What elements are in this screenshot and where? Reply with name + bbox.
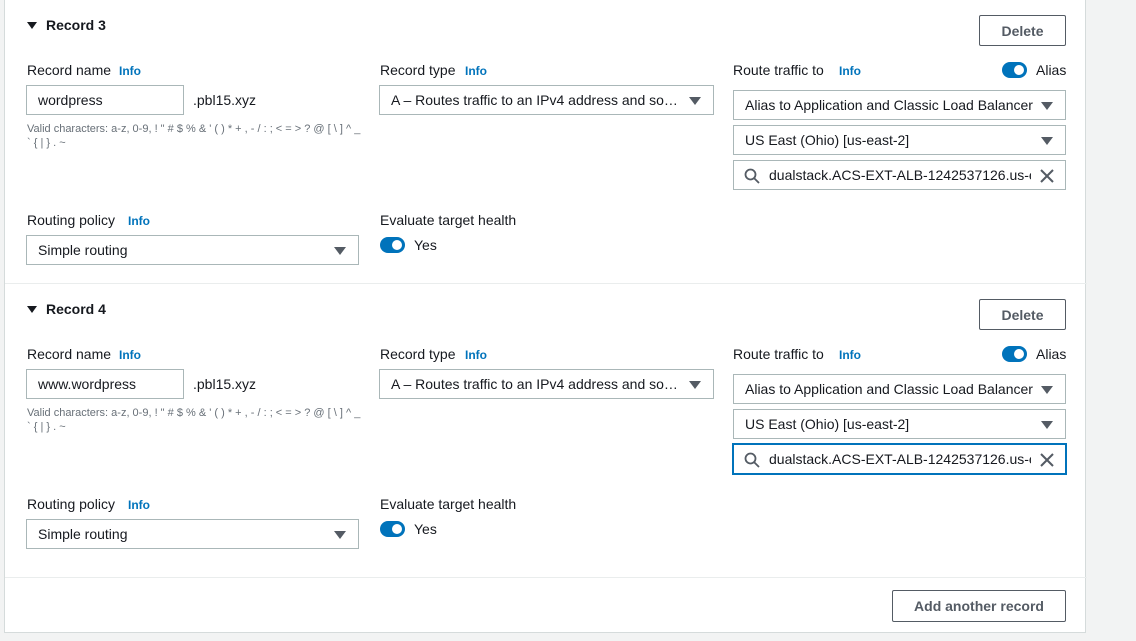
chevron-down-icon [1041,137,1053,145]
search-icon [744,168,760,184]
evaluate-health-label: Evaluate target health [380,212,517,228]
collapse-caret-icon[interactable] [27,306,37,313]
endpoint-search-input[interactable]: dualstack.ACS-EXT-ALB-1242537126.us-east… [733,444,1066,474]
route-traffic-label: Route traffic to [733,346,824,362]
info-link[interactable]: Info [119,64,141,78]
routing-policy-select[interactable]: Simple routing [26,519,359,549]
domain-suffix: .pbl15.xyz [193,376,257,392]
alias-target-select[interactable]: Alias to Application and Classic Load Ba… [733,374,1066,404]
records-panel: Record 3 Delete Record name Info wordpre… [4,0,1087,633]
chevron-down-icon [689,97,701,105]
record-name-label: Record name [27,346,112,362]
info-link[interactable]: Info [128,498,150,512]
record-name-input[interactable]: wordpress [26,85,184,115]
info-link[interactable]: Info [465,64,487,78]
record-type-label: Record type [380,346,456,362]
clear-icon[interactable] [1039,452,1055,468]
record-name-label: Record name [27,62,112,78]
chevron-down-icon [334,247,346,255]
routing-policy-label: Routing policy [27,212,115,228]
chevron-down-icon [1041,421,1053,429]
alias-target-select[interactable]: Alias to Application and Classic Load Ba… [733,90,1066,120]
alias-label: Alias [1036,62,1067,78]
record-name-input[interactable]: www.wordpress [26,369,184,399]
record-type-select[interactable]: A – Routes traffic to an IPv4 address an… [379,85,714,115]
info-link[interactable]: Info [839,348,861,362]
valid-characters-hint: Valid characters: a-z, 0-9, ! " # $ % & … [27,123,361,149]
delete-button[interactable]: Delete [979,299,1066,330]
info-link[interactable]: Info [119,348,141,362]
routing-policy-select[interactable]: Simple routing [26,235,359,265]
record-type-select[interactable]: A – Routes traffic to an IPv4 address an… [379,369,714,399]
alias-toggle[interactable] [1002,62,1027,78]
record-type-label: Record type [380,62,456,78]
evaluate-health-value: Yes [414,237,437,253]
chevron-down-icon [689,381,701,389]
info-link[interactable]: Info [128,214,150,228]
route-traffic-label: Route traffic to [733,62,824,78]
chevron-down-icon [1041,102,1053,110]
endpoint-search-input[interactable]: dualstack.ACS-EXT-ALB-1242537126.us-east… [733,160,1066,190]
chevron-down-icon [334,531,346,539]
alias-label: Alias [1036,346,1067,362]
region-select[interactable]: US East (Ohio) [us-east-2] [733,409,1066,439]
divider [5,577,1087,578]
record-title[interactable]: Record 4 [46,301,106,317]
divider [5,283,1087,284]
evaluate-health-toggle[interactable] [380,521,405,537]
valid-characters-hint: Valid characters: a-z, 0-9, ! " # $ % & … [27,407,361,433]
domain-suffix: .pbl15.xyz [193,92,257,108]
evaluate-health-toggle[interactable] [380,237,405,253]
record-title[interactable]: Record 3 [46,17,106,33]
add-another-record-button[interactable]: Add another record [892,590,1066,622]
evaluate-health-value: Yes [414,521,437,537]
alias-toggle[interactable] [1002,346,1027,362]
chevron-down-icon [1041,386,1053,394]
region-select[interactable]: US East (Ohio) [us-east-2] [733,125,1066,155]
clear-icon[interactable] [1039,168,1055,184]
collapse-caret-icon[interactable] [27,22,37,29]
evaluate-health-label: Evaluate target health [380,496,517,512]
search-icon [744,452,760,468]
info-link[interactable]: Info [465,348,487,362]
info-link[interactable]: Info [839,64,861,78]
delete-button[interactable]: Delete [979,15,1066,46]
routing-policy-label: Routing policy [27,496,115,512]
